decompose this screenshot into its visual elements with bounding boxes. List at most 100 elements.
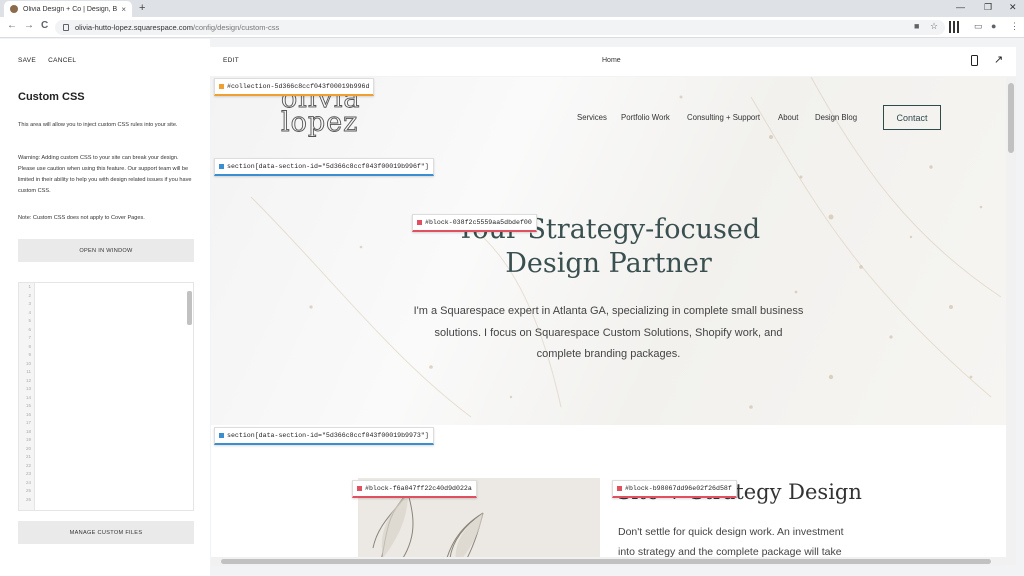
back-icon[interactable]: ← [7, 20, 17, 31]
line-number: 1 [28, 284, 31, 289]
extension-icon[interactable] [949, 21, 961, 33]
line-number: 2 [28, 292, 31, 298]
nav-consulting-support[interactable]: Consulting + Support [687, 113, 760, 122]
camera-icon[interactable]: ■ [914, 21, 919, 31]
line-number: 22 [25, 462, 31, 468]
selector-pin-icon [417, 220, 422, 225]
new-tab-button[interactable]: + [139, 2, 145, 14]
save-button[interactable]: SAVE [18, 57, 36, 64]
line-number: 17 [25, 420, 31, 425]
star-icon[interactable]: ☆ [930, 21, 938, 32]
hero-subtext: I'm a Squarespace expert in Atlanta GA, … [413, 305, 804, 360]
selector-text: #block-038f2c5559aa5dbdef00 [425, 219, 532, 226]
line-number: 10 [25, 360, 31, 366]
open-in-window-button[interactable]: OPEN IN WINDOW [18, 239, 194, 262]
headline-line-2: Design Partner [505, 248, 712, 279]
line-number: 20 [25, 445, 31, 451]
maximize-button[interactable]: ❐ [984, 2, 992, 13]
line-number: 3 [28, 301, 31, 306]
edit-button[interactable]: EDIT [223, 57, 239, 64]
panel-note-text: Note: Custom CSS does not apply to Cover… [18, 215, 145, 221]
cancel-button[interactable]: CANCEL [48, 57, 76, 64]
tab-title: Olivia Design + Co | Design, Bran [23, 5, 118, 13]
line-number: 7 [28, 335, 31, 340]
css-code-editor[interactable]: 1 2 3 4 5 6 7 8 9 10 11 12 13 14 15 16 17 18 19 20 21 22 23 24 2… [18, 282, 194, 511]
selector-label-section-1[interactable]: section[data-section-id="5d366c8ccf043f0… [214, 158, 434, 176]
line-number: 5 [28, 318, 31, 323]
line-number: 11 [26, 369, 31, 374]
line-number: 25 [25, 488, 31, 493]
selector-pin-icon [219, 433, 224, 438]
address-bar[interactable]: olivia-hutto-lopez.squarespace.com/confi… [55, 20, 945, 35]
contact-button[interactable]: Contact [883, 105, 941, 130]
selector-pin-icon [219, 84, 224, 89]
custom-css-panel: SAVE CANCEL Custom CSS This area will al… [0, 39, 210, 576]
selector-label-block-text[interactable]: #block-b98067dd96e02f26d58f [612, 480, 737, 498]
expand-icon[interactable]: ↗ [994, 53, 1003, 66]
panel-actions: SAVE CANCEL [18, 57, 86, 64]
selector-label-collection[interactable]: #collection-5d366c8ccf043f00019b996d [214, 78, 375, 96]
line-number: 14 [25, 394, 31, 400]
site-favicon-icon [10, 5, 18, 13]
selector-text: #block-f6a047ff22c40d9d022a [365, 485, 472, 492]
forward-icon[interactable]: → [24, 20, 34, 31]
line-number: 21 [25, 454, 31, 459]
scrollbar-thumb[interactable] [1008, 83, 1014, 153]
profile-icon[interactable]: ● [991, 21, 996, 31]
tab-close-icon[interactable]: × [121, 5, 126, 14]
minimize-button[interactable]: — [956, 2, 965, 12]
panel-intro-text: This area will allow you to inject custo… [18, 122, 178, 128]
selector-label-block-image[interactable]: #block-f6a047ff22c40d9d022a [352, 480, 477, 498]
panel-title: Custom CSS [18, 91, 85, 103]
scrollbar-thumb[interactable] [221, 559, 991, 564]
nav-portfolio-work[interactable]: Portfolio Work [621, 113, 670, 122]
strategy-section: Site + Strategy Design Don't settle for … [211, 425, 1006, 565]
manage-custom-files-button[interactable]: MANAGE CUSTOM FILES [18, 521, 194, 544]
selector-label-block-headline[interactable]: #block-038f2c5559aa5dbdef00 [412, 214, 537, 232]
close-window-button[interactable]: ✕ [1009, 2, 1017, 13]
menu-icon[interactable]: ⋮ [1010, 21, 1019, 32]
selector-pin-icon [617, 486, 622, 491]
line-number: 6 [28, 326, 31, 332]
line-number: 8 [28, 343, 31, 349]
selector-text: #collection-5d366c8ccf043f00019b996d [227, 83, 370, 90]
url-path: /config/design/custom-css [192, 23, 280, 32]
line-number: 23 [25, 471, 31, 476]
line-number-gutter: 1 2 3 4 5 6 7 8 9 10 11 12 13 14 15 16 17 18 19 20 21 22 23 24 2… [19, 283, 35, 510]
preview-horizontal-scrollbar[interactable] [211, 557, 1006, 566]
reload-icon[interactable]: C [41, 20, 48, 31]
selector-text: section[data-section-id="5d366c8ccf043f0… [227, 432, 429, 439]
mobile-preview-icon[interactable] [971, 55, 978, 66]
browser-tab[interactable]: Olivia Design + Co | Design, Bran × [4, 1, 132, 17]
hero-section: olivia lopez Services Portfolio Work Con… [211, 77, 1006, 425]
line-number: 13 [25, 386, 31, 391]
selector-pin-icon [219, 164, 224, 169]
nav-about[interactable]: About [778, 113, 798, 122]
site-preview: olivia lopez Services Portfolio Work Con… [211, 77, 1006, 565]
selector-text: section[data-section-id="5d366c8ccf043f0… [227, 163, 429, 170]
selector-label-section-2[interactable]: section[data-section-id="5d366c8ccf043f0… [214, 427, 434, 445]
preview-header: EDIT Home ↗ [210, 47, 1016, 76]
nav-services[interactable]: Services [577, 113, 607, 122]
line-number: 16 [25, 411, 31, 417]
line-number: 9 [28, 352, 31, 357]
line-number: 19 [25, 437, 31, 442]
url-host: olivia-hutto-lopez.squarespace.com [75, 23, 193, 32]
selector-text: #block-b98067dd96e02f26d58f [625, 485, 732, 492]
line-number: 15 [25, 403, 31, 408]
line-number: 26 [25, 496, 31, 502]
browser-toolbar: ← → C olivia-hutto-lopez.squarespace.com… [0, 17, 1024, 38]
current-page-name: Home [602, 57, 621, 64]
cast-icon[interactable]: ▭ [974, 21, 983, 32]
logo-line-2: lopez [281, 107, 359, 138]
preview-vertical-scrollbar[interactable] [1006, 77, 1016, 565]
line-number: 4 [28, 309, 31, 315]
line-number: 12 [25, 377, 31, 383]
line-number: 24 [25, 479, 31, 485]
nav-design-blog[interactable]: Design Blog [815, 113, 857, 122]
selector-pin-icon [357, 486, 362, 491]
editor-scrollbar[interactable] [187, 291, 192, 325]
browser-tab-strip: Olivia Design + Co | Design, Bran × + — … [0, 0, 1024, 17]
lock-icon [63, 24, 69, 31]
line-number: 18 [25, 428, 31, 434]
